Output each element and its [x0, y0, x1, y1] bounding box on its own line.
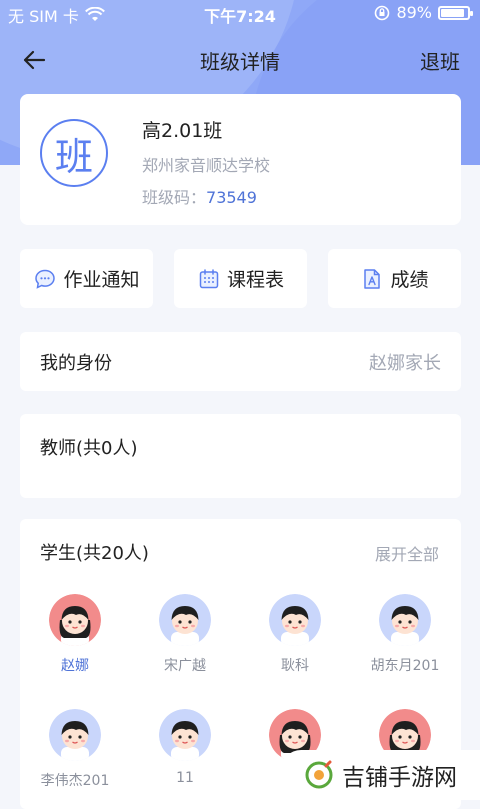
student-avatar [159, 709, 211, 761]
my-identity-value: 赵娜家长 [369, 353, 441, 374]
expand-all-button[interactable]: 展开全部 [375, 541, 439, 565]
teachers-section: 教师(共0人) [20, 414, 461, 498]
page-title: 班级详情 [200, 50, 280, 74]
class-avatar: 班 [40, 119, 108, 187]
student-name: 11 [176, 770, 194, 786]
battery-fill [441, 8, 465, 17]
student-name: 赵娜 [61, 658, 89, 674]
student-item[interactable]: 宋广越 [130, 594, 240, 675]
student-name: 胡东月201 [370, 658, 440, 674]
student-name: 耿科 [281, 658, 309, 674]
student-avatar [49, 594, 101, 646]
grade-document-icon [364, 268, 381, 289]
watermark-text: 吉铺手游网 [342, 765, 457, 791]
class-name: 高2.01班 [142, 120, 223, 142]
grades-label: 成绩 [390, 269, 429, 291]
schedule-button[interactable]: 课程表 [174, 249, 307, 308]
orientation-lock-icon [375, 5, 390, 20]
student-item[interactable]: 李伟杰201 [20, 709, 130, 790]
chat-bubble-icon [35, 269, 56, 289]
watermark: 吉铺手游网 [281, 750, 480, 800]
teachers-heading: 教师(共0人) [40, 438, 138, 459]
student-avatar [159, 594, 211, 646]
grades-button[interactable]: 成绩 [328, 249, 461, 308]
my-identity-row[interactable]: 我的身份 赵娜家长 [20, 332, 461, 391]
quit-class-button[interactable]: 退班 [420, 46, 460, 75]
student-avatar [49, 709, 101, 761]
student-avatar [269, 594, 321, 646]
navigation-bar: 班级详情 退班 [0, 40, 480, 80]
student-item[interactable]: 耿科 [240, 594, 350, 675]
battery-percent: 89% [396, 3, 432, 22]
student-name: 宋广越 [164, 658, 206, 674]
student-name: 李伟杰201 [40, 773, 110, 789]
class-code: 班级码：73549 [142, 184, 257, 208]
school-name: 郑州家音顺达学校 [142, 156, 271, 175]
homework-notice-button[interactable]: 作业通知 [20, 249, 153, 308]
student-item[interactable]: 赵娜 [20, 594, 130, 675]
my-identity-label: 我的身份 [40, 353, 112, 374]
student-item[interactable]: 胡东月201 [350, 594, 460, 675]
battery-icon [438, 5, 473, 20]
students-heading: 学生(共20人) [40, 543, 149, 564]
schedule-label: 课程表 [226, 269, 284, 291]
watermark-logo-icon [305, 760, 333, 789]
student-avatar [379, 594, 431, 646]
class-code-value: 73549 [206, 188, 257, 207]
class-info-card: 班 高2.01班 郑州家音顺达学校 班级码：73549 [20, 94, 461, 225]
student-item[interactable]: 11 [130, 709, 240, 786]
class-code-label: 班级码： [142, 188, 207, 207]
calendar-icon [199, 268, 219, 288]
homework-notice-label: 作业通知 [63, 269, 140, 291]
status-bar: 无 SIM 卡 下午7:24 89% [0, 0, 480, 26]
